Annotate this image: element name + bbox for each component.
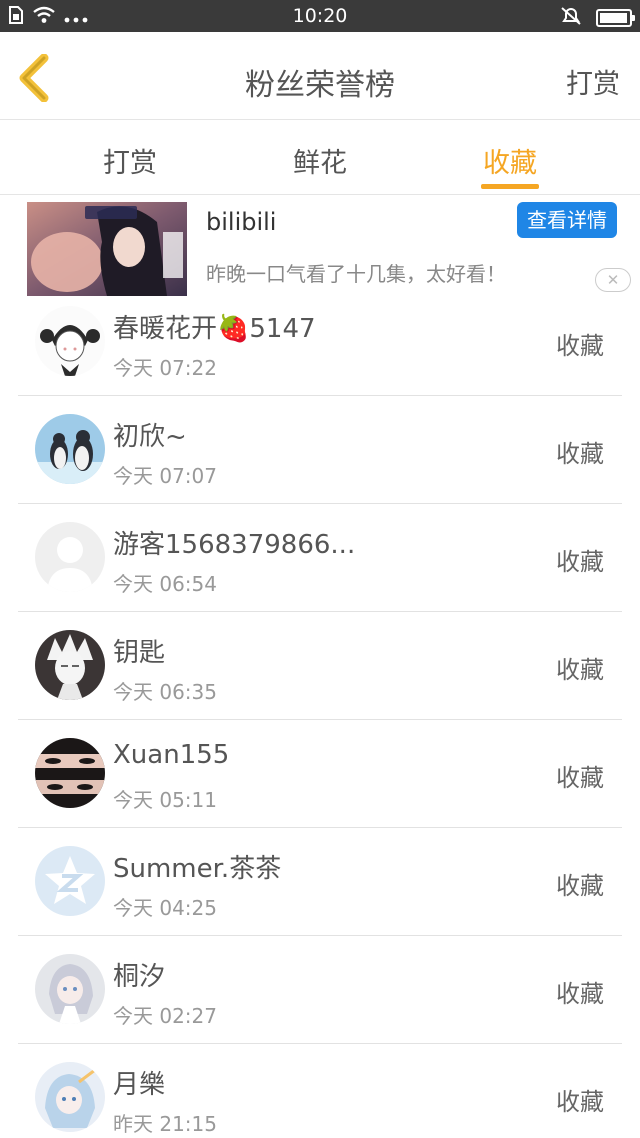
fan-action-label: 收藏 (556, 764, 604, 792)
tab-favorites[interactable]: 收藏 (450, 141, 570, 180)
fan-time: 今天 06:54 (113, 572, 217, 596)
fan-name: Summer.茶茶 (113, 854, 282, 884)
tab-reward[interactable]: 打赏 (70, 141, 190, 180)
status-bar: 10:20 (0, 0, 640, 32)
fan-time: 今天 06:35 (113, 680, 217, 704)
list-item[interactable]: 钥匙 今天 06:35 收藏 (0, 612, 640, 720)
star-logo-avatar (35, 846, 105, 916)
list-item[interactable]: 春暖花开🍓5147 今天 07:22 收藏 (0, 288, 640, 396)
tab-bar: 打赏 鲜花 收藏 (0, 121, 640, 195)
fan-name: Xuan155 (113, 740, 230, 770)
tab-flowers[interactable]: 鲜花 (260, 141, 380, 180)
fan-time: 昨天 21:15 (113, 1112, 217, 1136)
list-item[interactable]: 游客1568379866... 今天 06:54 收藏 (0, 504, 640, 612)
fan-action-label: 收藏 (556, 440, 604, 468)
penguin-avatar (35, 414, 105, 484)
ad-banner[interactable]: bilibili 昨晚一口气看了十几集，太好看！ 查看详情 (0, 196, 640, 298)
fan-name: 游客1568379866... (113, 530, 356, 560)
fan-time: 今天 07:07 (113, 464, 217, 488)
status-right (560, 6, 635, 30)
anime-boy-avatar (35, 630, 105, 700)
fan-name: 春暖花开🍓5147 (113, 314, 316, 344)
fan-name: 月樂 (113, 1070, 166, 1100)
battery-fill (600, 13, 627, 23)
fan-action-label: 收藏 (556, 548, 604, 576)
fan-time: 今天 07:22 (113, 356, 217, 380)
list-item[interactable]: Xuan155 今天 05:11 收藏 (0, 720, 640, 828)
battery-icon (596, 9, 635, 27)
fan-name: 初欣~ (113, 422, 187, 452)
page-title: 粉丝荣誉榜 (245, 68, 395, 103)
status-time: 10:20 (292, 5, 348, 27)
fan-time: 今天 05:11 (113, 788, 217, 812)
list-item[interactable]: 月樂 昨天 21:15 收藏 (0, 1044, 640, 1138)
fan-action-label: 收藏 (556, 980, 604, 1008)
ad-thumbnail-image[interactable] (27, 202, 187, 296)
list-item[interactable]: 桐汐 今天 02:27 收藏 (0, 936, 640, 1044)
active-tab-indicator (481, 184, 539, 189)
fan-action-label: 收藏 (556, 332, 604, 360)
fan-time: 今天 04:25 (113, 896, 217, 920)
fan-name: 桐汐 (113, 962, 166, 992)
fan-time: 今天 02:27 (113, 1004, 217, 1028)
default-user-avatar (35, 522, 105, 592)
mute-bell-icon (560, 6, 582, 30)
list-item[interactable]: 初欣~ 今天 07:07 收藏 (0, 396, 640, 504)
reward-button[interactable]: 打赏 (566, 62, 620, 101)
list-item[interactable]: Summer.茶茶 今天 04:25 收藏 (0, 828, 640, 936)
ad-brand: bilibili (206, 208, 277, 236)
anime-girl-avatar (35, 954, 105, 1024)
ad-description: 昨晚一口气看了十几集，太好看！ (206, 262, 506, 286)
girl-sketch-avatar (35, 306, 105, 376)
fan-action-label: 收藏 (556, 1088, 604, 1116)
eyes-avatar (35, 738, 105, 808)
anime-girl-blue-avatar (35, 1062, 105, 1132)
header: 粉丝荣誉榜 打赏 (0, 32, 640, 120)
fan-action-label: 收藏 (556, 872, 604, 900)
ad-details-button[interactable]: 查看详情 (517, 202, 617, 238)
fan-action-label: 收藏 (556, 656, 604, 684)
fan-name: 钥匙 (113, 638, 166, 668)
